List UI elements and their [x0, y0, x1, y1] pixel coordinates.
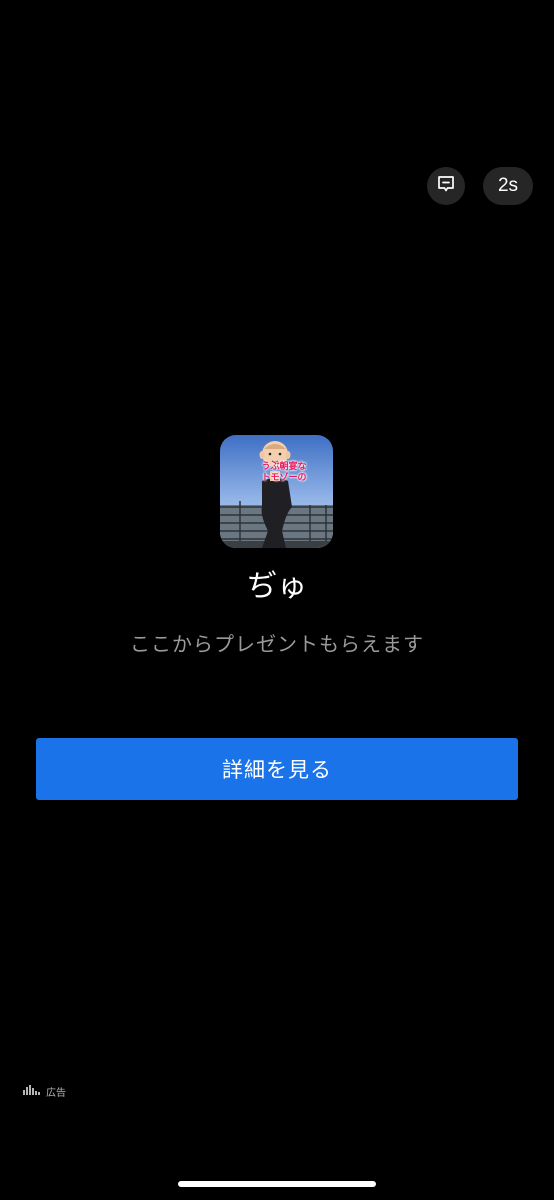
view-details-button[interactable]: 詳細を見る: [36, 738, 518, 800]
ad-label-text: 広告: [46, 1088, 66, 1099]
home-indicator[interactable]: [178, 1181, 376, 1187]
app-thumbnail[interactable]: うぶ朝宴な トモゾーの: [220, 435, 333, 548]
countdown-timer-button[interactable]: 2s: [483, 167, 533, 205]
thumbnail-caption-line2: トモゾーの: [261, 473, 307, 483]
feedback-button[interactable]: [427, 167, 465, 205]
app-subtitle: ここからプレゼントもらえます: [130, 632, 424, 656]
message-square-icon: [436, 174, 456, 198]
countdown-timer-label: 2s: [497, 175, 519, 196]
thumbnail-caption: うぶ朝宴な トモゾーの: [254, 462, 314, 484]
thumbnail-caption-line1: うぶ朝宴な: [261, 462, 307, 472]
ad-screen: 2s うぶ朝宴な トモゾーの ぢゅ ここからプレゼントもらえます 詳細を見る 広…: [0, 0, 554, 1200]
ad-choices-icon: [22, 1085, 42, 1098]
app-name: ぢゅ: [247, 569, 307, 604]
view-details-label: 詳細を見る: [222, 758, 332, 782]
ad-badge[interactable]: 広告: [22, 1084, 66, 1099]
thumbnail-image: [220, 435, 333, 548]
